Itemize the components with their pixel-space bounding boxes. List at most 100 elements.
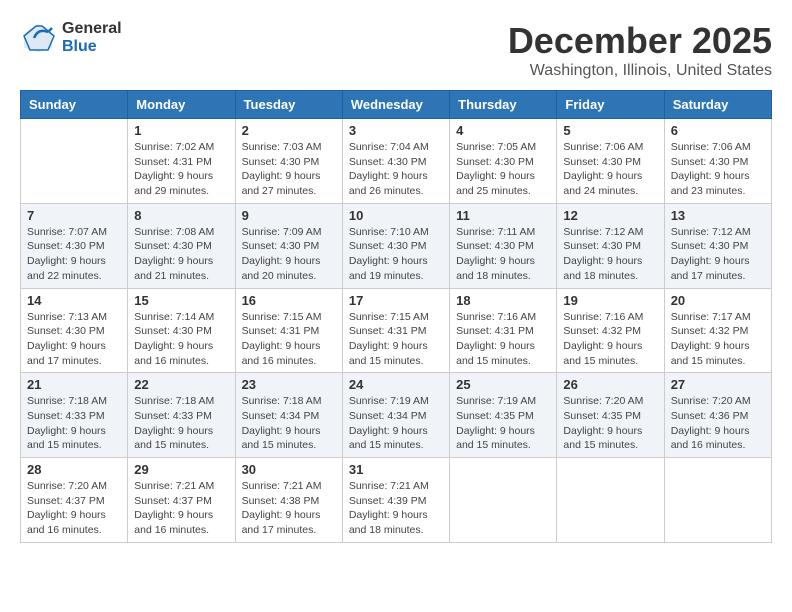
day-number: 6 — [671, 123, 765, 138]
column-header-tuesday: Tuesday — [235, 91, 342, 119]
day-info: Sunrise: 7:04 AMSunset: 4:30 PMDaylight:… — [349, 140, 443, 199]
day-number: 23 — [242, 377, 336, 392]
day-info: Sunrise: 7:20 AMSunset: 4:36 PMDaylight:… — [671, 394, 765, 453]
day-number: 14 — [27, 293, 121, 308]
calendar-cell: 26 Sunrise: 7:20 AMSunset: 4:35 PMDayligh… — [557, 373, 664, 458]
day-number: 11 — [456, 208, 550, 223]
day-number: 3 — [349, 123, 443, 138]
day-info: Sunrise: 7:15 AMSunset: 4:31 PMDaylight:… — [349, 310, 443, 369]
day-number: 30 — [242, 462, 336, 477]
calendar-cell: 1 Sunrise: 7:02 AMSunset: 4:31 PMDaylight… — [128, 119, 235, 204]
calendar-week-row: 14 Sunrise: 7:13 AMSunset: 4:30 PMDayligh… — [21, 288, 772, 373]
day-info: Sunrise: 7:19 AMSunset: 4:35 PMDaylight:… — [456, 394, 550, 453]
day-number: 16 — [242, 293, 336, 308]
calendar-cell: 17 Sunrise: 7:15 AMSunset: 4:31 PMDayligh… — [342, 288, 449, 373]
day-number: 12 — [563, 208, 657, 223]
day-info: Sunrise: 7:07 AMSunset: 4:30 PMDaylight:… — [27, 225, 121, 284]
day-info: Sunrise: 7:08 AMSunset: 4:30 PMDaylight:… — [134, 225, 228, 284]
logo-text: General Blue — [62, 20, 122, 55]
column-header-wednesday: Wednesday — [342, 91, 449, 119]
day-number: 28 — [27, 462, 121, 477]
day-info: Sunrise: 7:06 AMSunset: 4:30 PMDaylight:… — [563, 140, 657, 199]
calendar-week-row: 28 Sunrise: 7:20 AMSunset: 4:37 PMDayligh… — [21, 458, 772, 543]
calendar-cell: 23 Sunrise: 7:18 AMSunset: 4:34 PMDayligh… — [235, 373, 342, 458]
day-info: Sunrise: 7:13 AMSunset: 4:30 PMDaylight:… — [27, 310, 121, 369]
day-info: Sunrise: 7:14 AMSunset: 4:30 PMDaylight:… — [134, 310, 228, 369]
day-number: 24 — [349, 377, 443, 392]
day-info: Sunrise: 7:16 AMSunset: 4:31 PMDaylight:… — [456, 310, 550, 369]
calendar-cell: 5 Sunrise: 7:06 AMSunset: 4:30 PMDaylight… — [557, 119, 664, 204]
logo-blue-text: Blue — [62, 38, 122, 56]
day-number: 25 — [456, 377, 550, 392]
calendar-cell: 3 Sunrise: 7:04 AMSunset: 4:30 PMDaylight… — [342, 119, 449, 204]
calendar-cell: 8 Sunrise: 7:08 AMSunset: 4:30 PMDaylight… — [128, 203, 235, 288]
day-info: Sunrise: 7:06 AMSunset: 4:30 PMDaylight:… — [671, 140, 765, 199]
calendar-cell: 20Sunrise: 7:17 AMSunset: 4:32 PMDayligh… — [664, 288, 771, 373]
column-header-friday: Friday — [557, 91, 664, 119]
day-info: Sunrise: 7:10 AMSunset: 4:30 PMDaylight:… — [349, 225, 443, 284]
calendar-week-row: 21 Sunrise: 7:18 AMSunset: 4:33 PMDayligh… — [21, 373, 772, 458]
calendar-cell: 14 Sunrise: 7:13 AMSunset: 4:30 PMDayligh… — [21, 288, 128, 373]
day-info: Sunrise: 7:18 AMSunset: 4:33 PMDaylight:… — [134, 394, 228, 453]
day-number: 31 — [349, 462, 443, 477]
location-title: Washington, Illinois, United States — [508, 62, 772, 80]
day-number: 5 — [563, 123, 657, 138]
calendar-cell: 19Sunrise: 7:16 AMSunset: 4:32 PMDayligh… — [557, 288, 664, 373]
day-number: 8 — [134, 208, 228, 223]
day-number: 21 — [27, 377, 121, 392]
day-number: 17 — [349, 293, 443, 308]
day-number: 20 — [671, 293, 765, 308]
calendar-cell: 10 Sunrise: 7:10 AMSunset: 4:30 PMDayligh… — [342, 203, 449, 288]
column-header-saturday: Saturday — [664, 91, 771, 119]
day-info: Sunrise: 7:12 AMSunset: 4:30 PMDaylight:… — [563, 225, 657, 284]
calendar-cell — [664, 458, 771, 543]
day-number: 27 — [671, 377, 765, 392]
calendar-table: SundayMondayTuesdayWednesdayThursdayFrid… — [20, 90, 772, 543]
month-title: December 2025 — [508, 20, 772, 62]
calendar-cell: 16 Sunrise: 7:15 AMSunset: 4:31 PMDayligh… — [235, 288, 342, 373]
calendar-cell: 29 Sunrise: 7:21 AMSunset: 4:37 PMDayligh… — [128, 458, 235, 543]
column-header-thursday: Thursday — [450, 91, 557, 119]
day-number: 18 — [456, 293, 550, 308]
day-number: 15 — [134, 293, 228, 308]
day-info: Sunrise: 7:11 AMSunset: 4:30 PMDaylight:… — [456, 225, 550, 284]
column-header-sunday: Sunday — [21, 91, 128, 119]
calendar-cell — [557, 458, 664, 543]
day-info: Sunrise: 7:12 AMSunset: 4:30 PMDaylight:… — [671, 225, 765, 284]
calendar-cell: 18 Sunrise: 7:16 AMSunset: 4:31 PMDayligh… — [450, 288, 557, 373]
day-info: Sunrise: 7:05 AMSunset: 4:30 PMDaylight:… — [456, 140, 550, 199]
calendar-cell: 30 Sunrise: 7:21 AMSunset: 4:38 PMDayligh… — [235, 458, 342, 543]
calendar-cell: 25 Sunrise: 7:19 AMSunset: 4:35 PMDayligh… — [450, 373, 557, 458]
calendar-cell — [450, 458, 557, 543]
day-number: 2 — [242, 123, 336, 138]
logo: General Blue — [20, 20, 122, 56]
calendar-cell: 22 Sunrise: 7:18 AMSunset: 4:33 PMDayligh… — [128, 373, 235, 458]
calendar-cell — [21, 119, 128, 204]
day-info: Sunrise: 7:18 AMSunset: 4:33 PMDaylight:… — [27, 394, 121, 453]
day-number: 29 — [134, 462, 228, 477]
calendar-cell: 9Sunrise: 7:09 AMSunset: 4:30 PMDaylight… — [235, 203, 342, 288]
calendar-cell: 15 Sunrise: 7:14 AMSunset: 4:30 PMDayligh… — [128, 288, 235, 373]
day-number: 26 — [563, 377, 657, 392]
day-number: 22 — [134, 377, 228, 392]
day-number: 7 — [27, 208, 121, 223]
day-number: 13 — [671, 208, 765, 223]
calendar-cell: 11 Sunrise: 7:11 AMSunset: 4:30 PMDayligh… — [450, 203, 557, 288]
day-info: Sunrise: 7:02 AMSunset: 4:31 PMDaylight:… — [134, 140, 228, 199]
calendar-cell: 6 Sunrise: 7:06 AMSunset: 4:30 PMDaylight… — [664, 119, 771, 204]
calendar-cell: 4Sunrise: 7:05 AMSunset: 4:30 PMDaylight… — [450, 119, 557, 204]
day-info: Sunrise: 7:20 AMSunset: 4:37 PMDaylight:… — [27, 479, 121, 538]
day-info: Sunrise: 7:19 AMSunset: 4:34 PMDaylight:… — [349, 394, 443, 453]
day-number: 1 — [134, 123, 228, 138]
day-info: Sunrise: 7:18 AMSunset: 4:34 PMDaylight:… — [242, 394, 336, 453]
calendar-header-row: SundayMondayTuesdayWednesdayThursdayFrid… — [21, 91, 772, 119]
day-info: Sunrise: 7:21 AMSunset: 4:38 PMDaylight:… — [242, 479, 336, 538]
day-info: Sunrise: 7:15 AMSunset: 4:31 PMDaylight:… — [242, 310, 336, 369]
day-info: Sunrise: 7:21 AMSunset: 4:37 PMDaylight:… — [134, 479, 228, 538]
day-number: 9 — [242, 208, 336, 223]
day-number: 10 — [349, 208, 443, 223]
title-area: December 2025 Washington, Illinois, Unit… — [508, 20, 772, 80]
calendar-cell: 31Sunrise: 7:21 AMSunset: 4:39 PMDayligh… — [342, 458, 449, 543]
day-info: Sunrise: 7:20 AMSunset: 4:35 PMDaylight:… — [563, 394, 657, 453]
calendar-cell: 24 Sunrise: 7:19 AMSunset: 4:34 PMDayligh… — [342, 373, 449, 458]
